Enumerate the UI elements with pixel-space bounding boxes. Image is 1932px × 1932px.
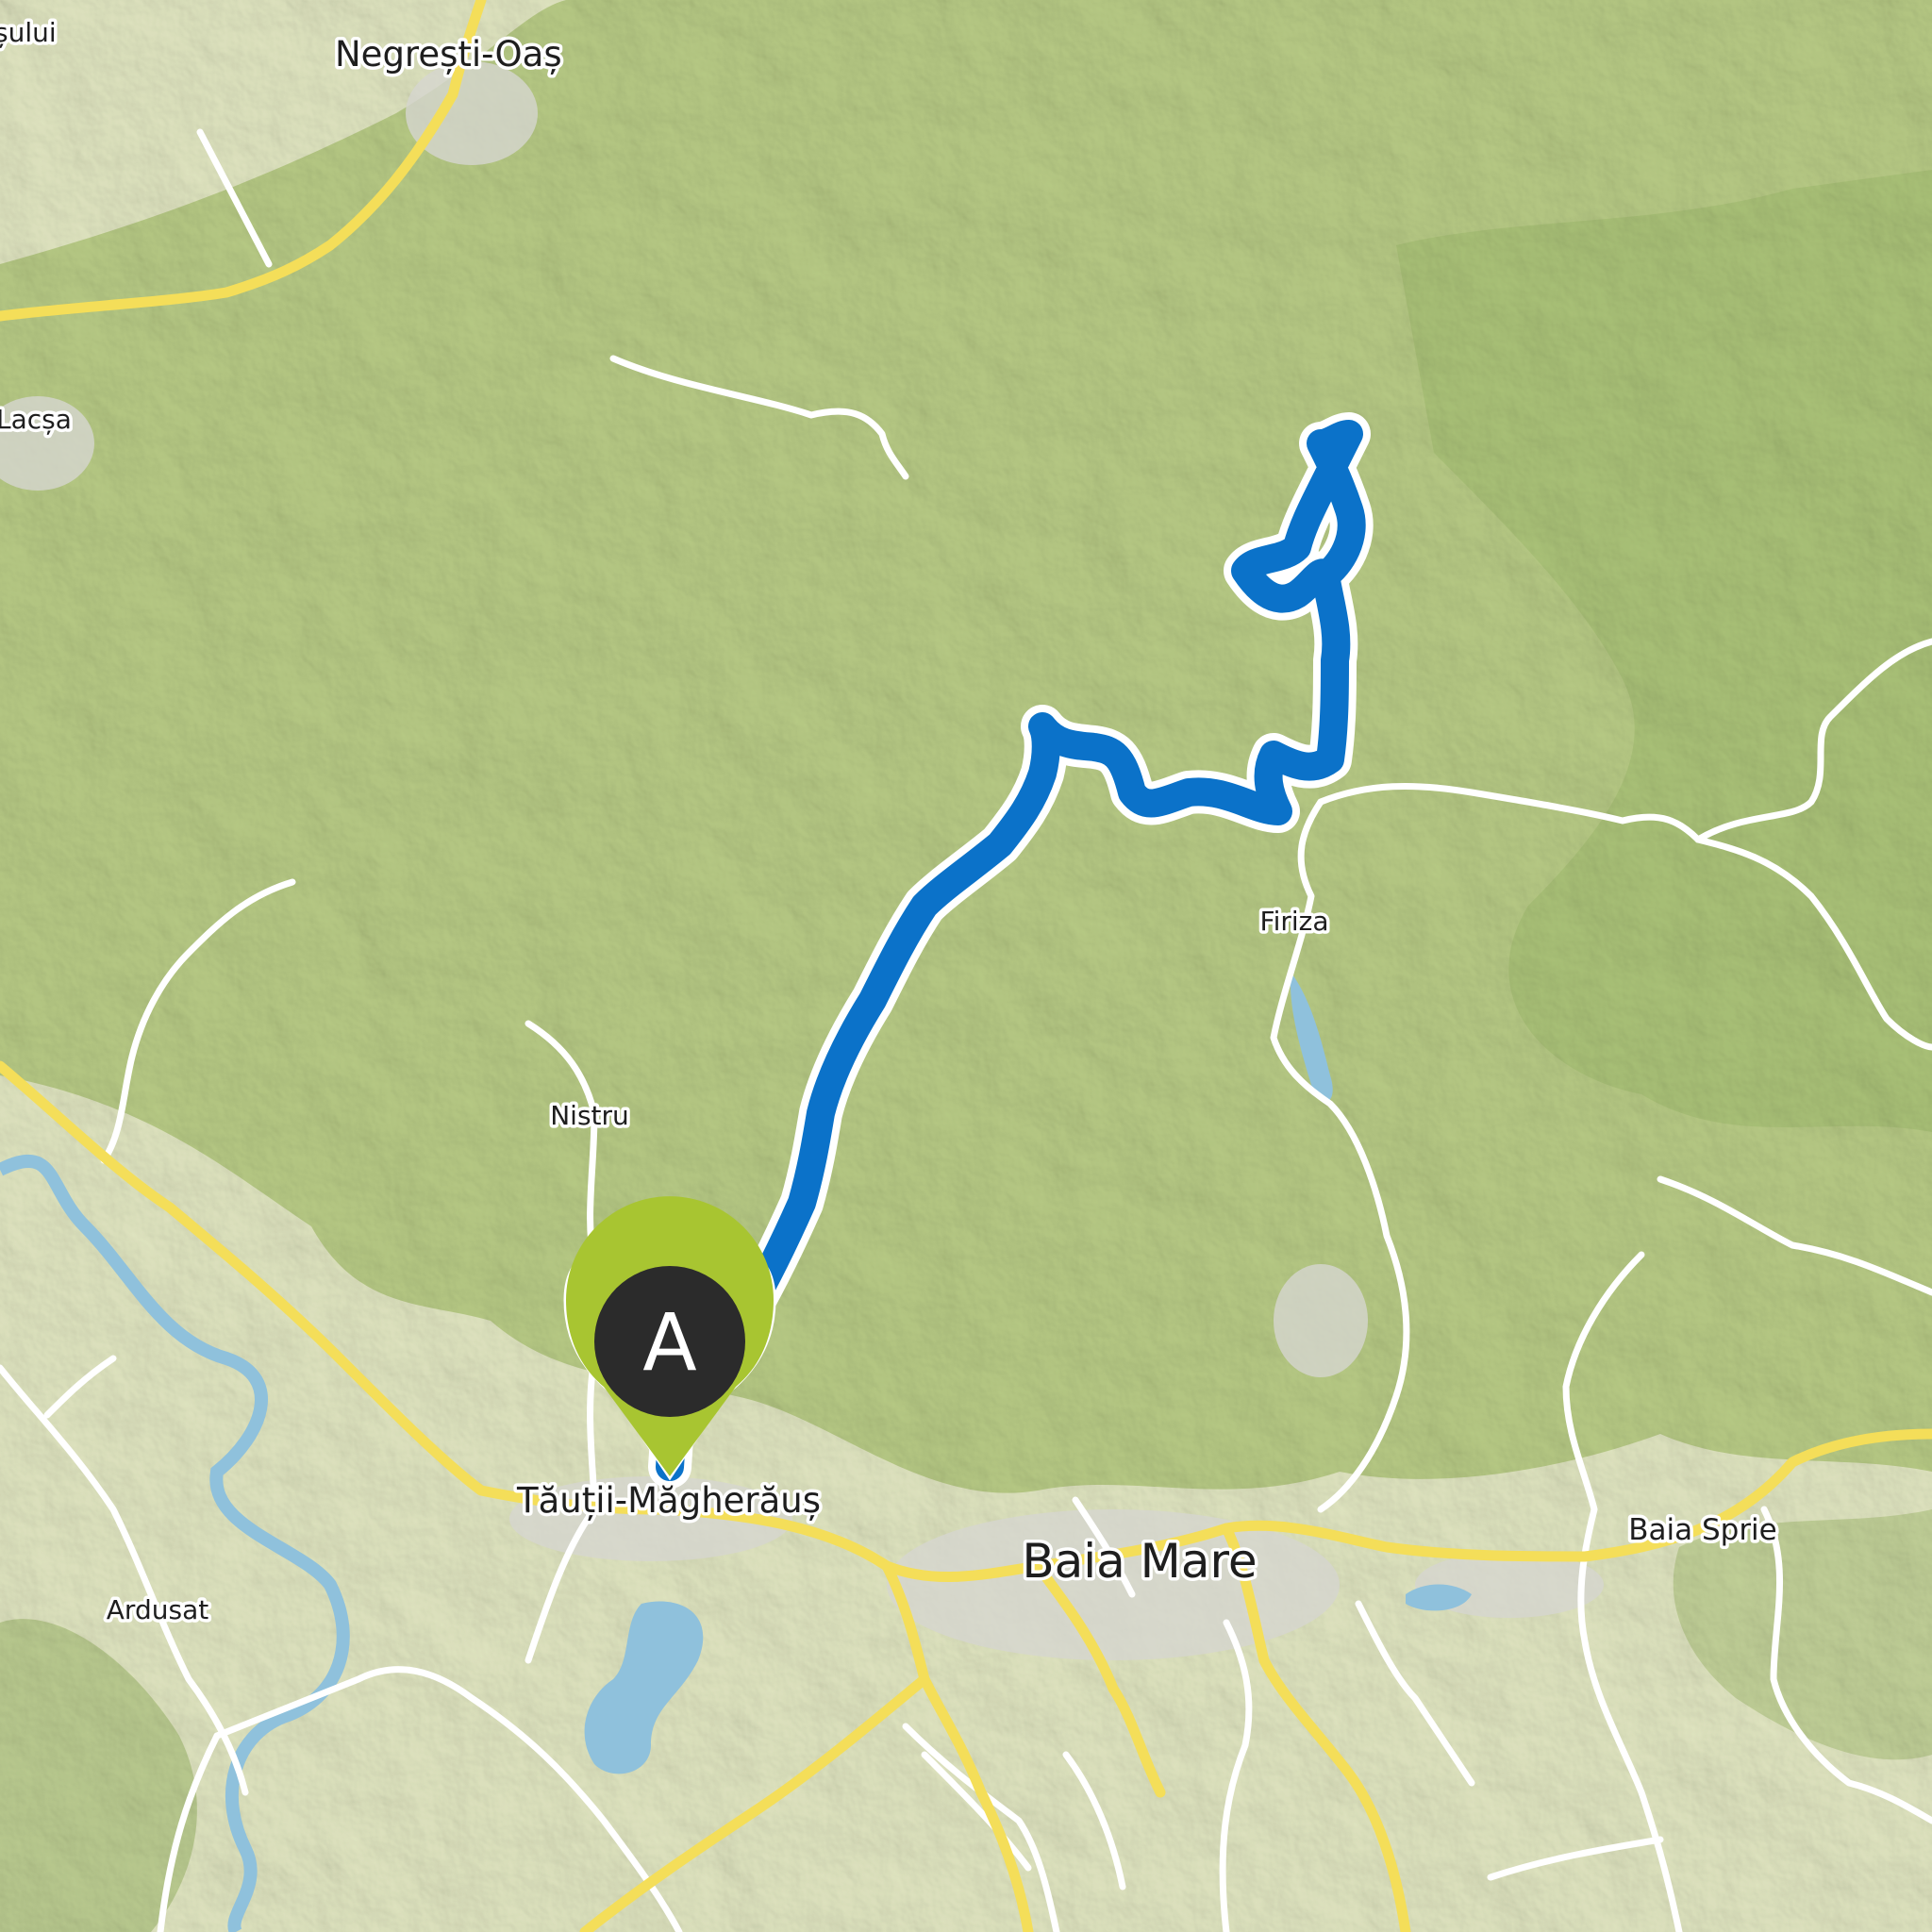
- relief-shading: [0, 0, 1932, 1932]
- place-label-tautii-magheraus: Tăuții-Măgherăuș: [516, 1480, 821, 1521]
- place-label-baia-mare: Baia Mare: [1022, 1534, 1257, 1589]
- place-label-lacsa: Lacșa: [0, 404, 72, 435]
- place-label-ardusat: Ardusat: [107, 1594, 208, 1625]
- start-marker-label: A: [642, 1296, 696, 1389]
- map-canvas[interactable]: A Negrești-Oaș șului Lacșa Firiza Nistru…: [0, 0, 1932, 1932]
- place-label-baia-sprie: Baia Sprie: [1628, 1513, 1777, 1547]
- place-label-sului: șului: [0, 17, 57, 48]
- place-label-negresti-oas: Negrești-Oaș: [335, 34, 562, 75]
- place-label-firiza: Firiza: [1260, 906, 1329, 937]
- place-label-nistru: Nistru: [550, 1100, 629, 1131]
